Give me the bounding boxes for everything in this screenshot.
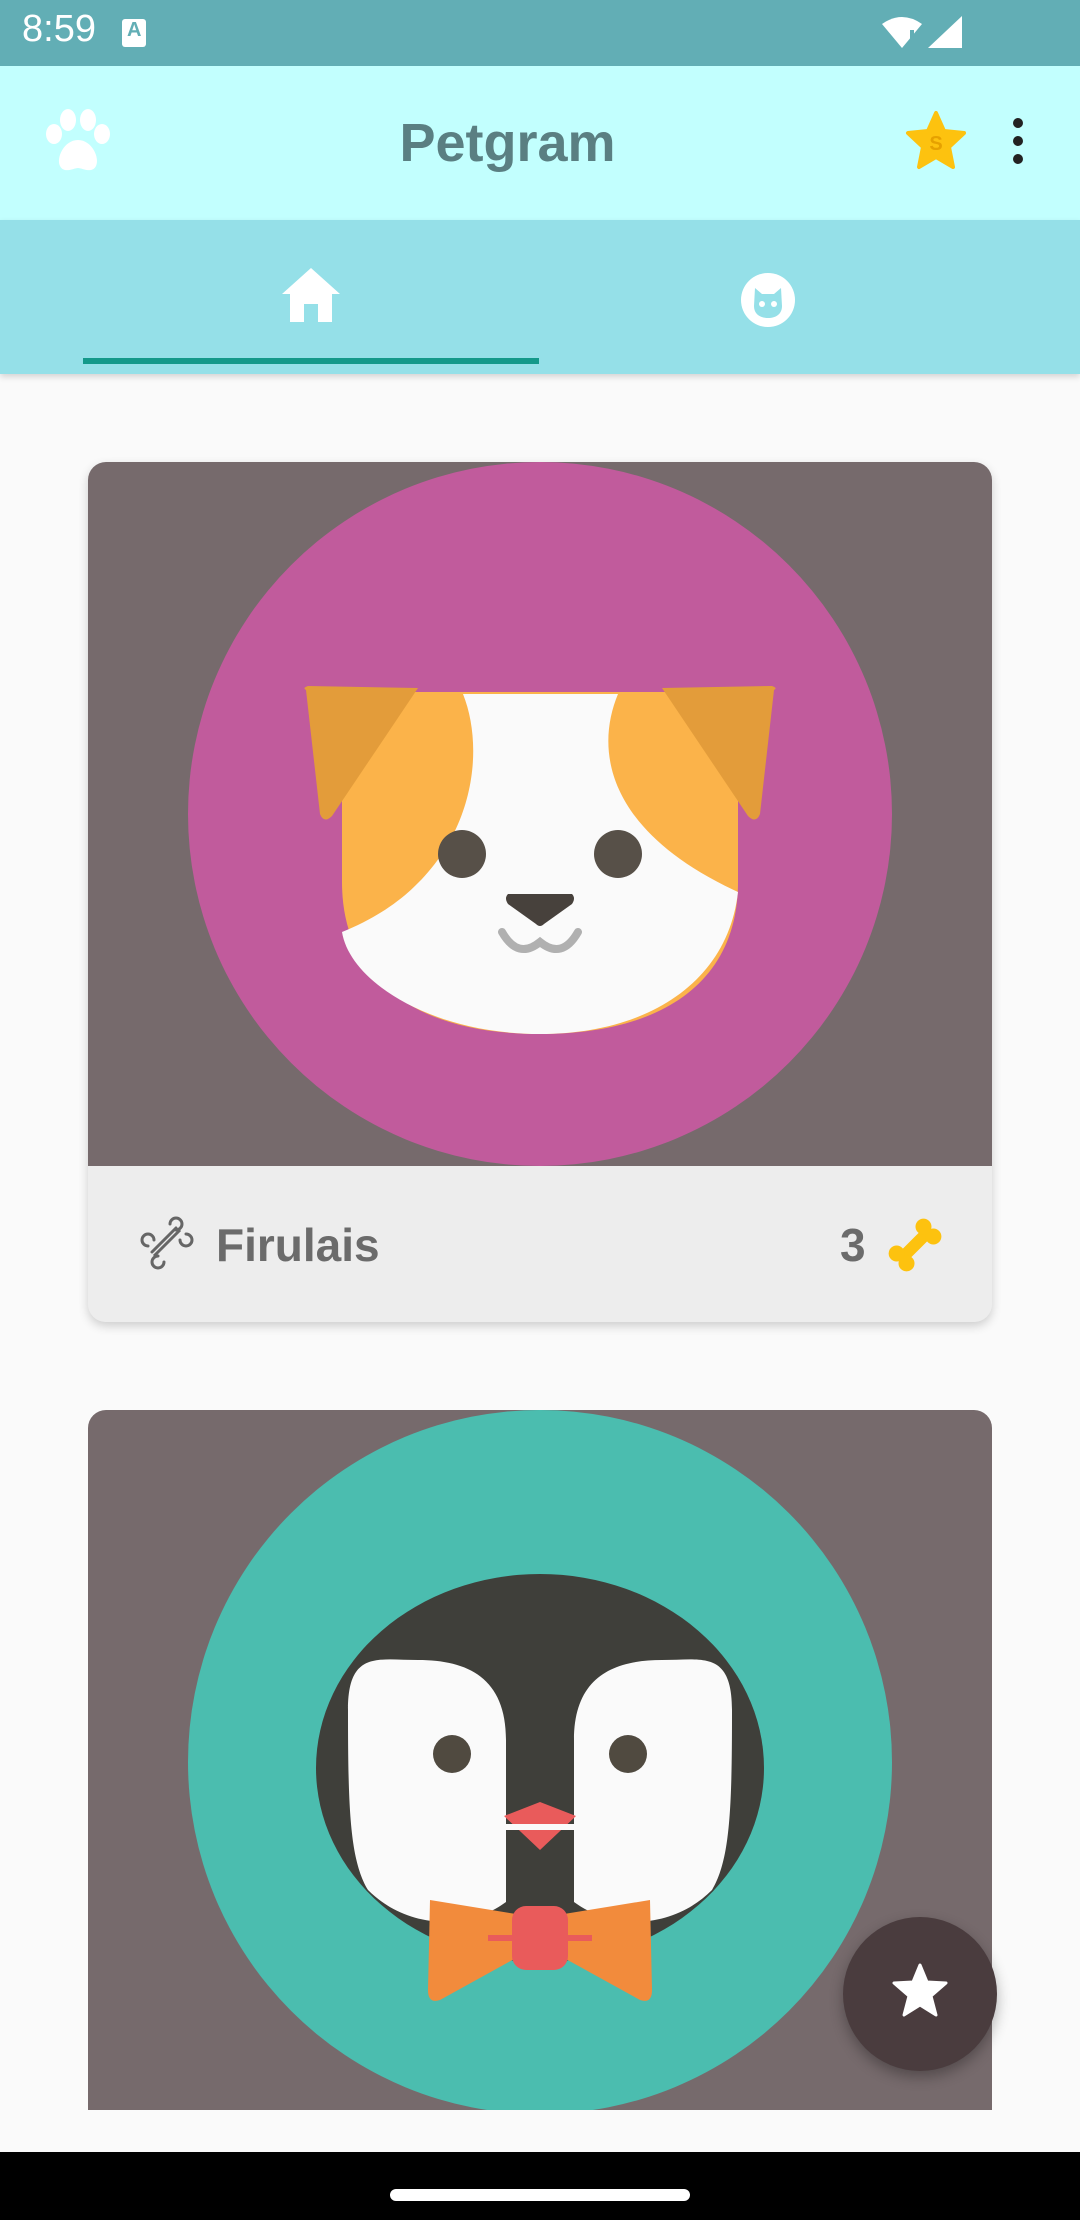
status-bar: 8:59 A bbox=[0, 0, 1080, 66]
tab-pets[interactable] bbox=[539, 220, 995, 374]
notification-a-icon: A bbox=[122, 19, 146, 47]
favorite-fab-button[interactable] bbox=[843, 1917, 997, 2071]
home-gesture-handle[interactable] bbox=[390, 2189, 690, 2201]
like-count: 3 bbox=[840, 1219, 866, 1271]
app-title: Petgram bbox=[399, 113, 616, 173]
star-icon bbox=[892, 1963, 948, 2017]
status-time: 8:59 bbox=[22, 8, 96, 50]
cat-face-icon bbox=[741, 273, 795, 327]
app-bar: Petgram S bbox=[0, 66, 1080, 220]
system-navigation-bar bbox=[0, 2152, 1080, 2220]
dog-face-illustration bbox=[188, 462, 892, 1166]
tab-home[interactable] bbox=[83, 220, 539, 374]
pet-card[interactable]: Firulais 3 bbox=[88, 462, 992, 1322]
signal-icon bbox=[928, 16, 962, 48]
more-options-icon[interactable] bbox=[1008, 118, 1028, 168]
star-badge-icon[interactable]: S bbox=[904, 110, 968, 172]
home-icon bbox=[282, 268, 340, 322]
svg-text:S: S bbox=[929, 133, 942, 155]
pet-name: Firulais bbox=[216, 1219, 380, 1271]
bone-outline-icon bbox=[140, 1216, 194, 1270]
pet-card-footer: Firulais 3 bbox=[88, 1166, 992, 1322]
tab-bar bbox=[0, 220, 1080, 374]
bone-like-icon[interactable] bbox=[884, 1214, 946, 1276]
tab-indicator bbox=[83, 358, 539, 364]
wifi-icon bbox=[882, 17, 922, 48]
pet-photo[interactable] bbox=[88, 462, 992, 1166]
